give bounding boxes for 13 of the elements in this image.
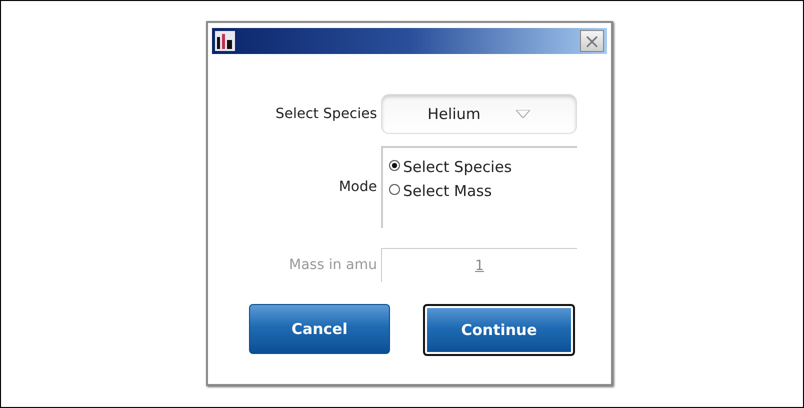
- dropdown-arrow-icon: [516, 110, 530, 118]
- dialog-button[interactable]: Cancel: [249, 304, 390, 354]
- mode-radio[interactable]: Select Species: [389, 158, 577, 176]
- close-button[interactable]: ×: [580, 30, 604, 52]
- radio-checked-icon[interactable]: [389, 160, 400, 171]
- mode-label: Mode: [338, 179, 378, 195]
- species-label: Select Species: [274, 106, 378, 122]
- species-dropdown[interactable]: Helium: [381, 94, 577, 134]
- dialog-button[interactable]: Continue: [423, 304, 575, 356]
- radio-unchecked-icon[interactable]: [389, 184, 400, 195]
- app-icon: [215, 31, 235, 51]
- mass-label: Mass in amu: [288, 257, 378, 273]
- mode-radio[interactable]: Select Mass: [389, 182, 577, 200]
